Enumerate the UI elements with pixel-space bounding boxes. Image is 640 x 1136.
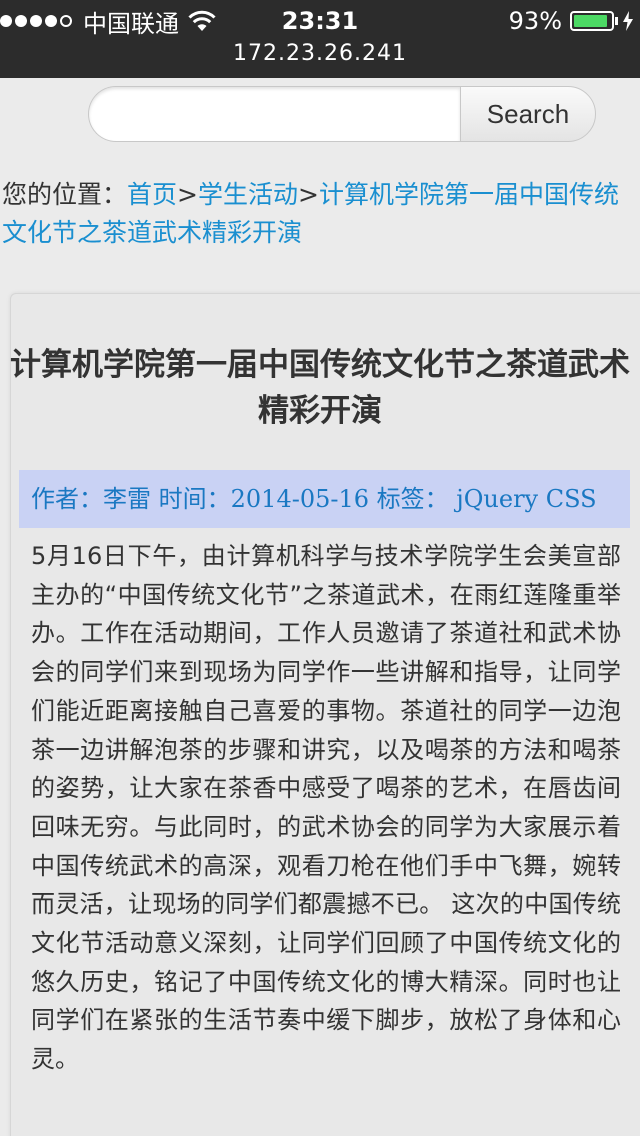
search-input[interactable]	[88, 86, 460, 142]
tags-label: 标签：	[376, 485, 449, 513]
breadcrumb-link-student-activities[interactable]: 学生活动	[198, 180, 298, 209]
breadcrumb-link-home[interactable]: 首页	[127, 180, 177, 209]
search-button[interactable]: Search	[460, 86, 596, 142]
status-bar: 中国联通 23:31 93% 172.23.26.241	[0, 0, 640, 78]
article-title: 计算机学院第一届中国传统文化节之茶道武术精彩开演	[10, 347, 630, 429]
battery-nub	[615, 17, 618, 25]
author-label: 作者：	[31, 485, 103, 513]
battery-fill	[574, 15, 608, 27]
breadcrumb-prefix: 您的位置：	[2, 180, 128, 209]
charging-icon	[623, 11, 633, 31]
search-form: Search	[88, 86, 596, 142]
article-meta-bar: 作者：李雷 时间：2014-05-16 标签： jQuery CSS	[19, 470, 630, 528]
screen: 中国联通 23:31 93% 172.23.26.241 Search 您的位置…	[0, 0, 640, 1136]
publish-date: 2014-05-16	[230, 485, 370, 513]
battery-percent: 93%	[508, 7, 562, 35]
tag-link[interactable]: jQuery CSS	[456, 485, 596, 513]
breadcrumb-separator: >	[177, 180, 198, 209]
address-bar-url[interactable]: 172.23.26.241	[0, 40, 640, 68]
time-label: 时间：	[158, 485, 231, 513]
battery-icon	[570, 11, 614, 31]
author-name: 李雷	[103, 485, 151, 513]
breadcrumb-separator: >	[298, 180, 319, 209]
breadcrumb: 您的位置：首页>学生活动>计算机学院第一届中国传统文化节之茶道武术精彩开演	[2, 176, 622, 252]
status-right: 93%	[509, 6, 634, 36]
article-body: 5月16日下午，由计算机科学与技术学院学生会美宣部主办的“中国传统文化节”之茶道…	[31, 542, 621, 1074]
